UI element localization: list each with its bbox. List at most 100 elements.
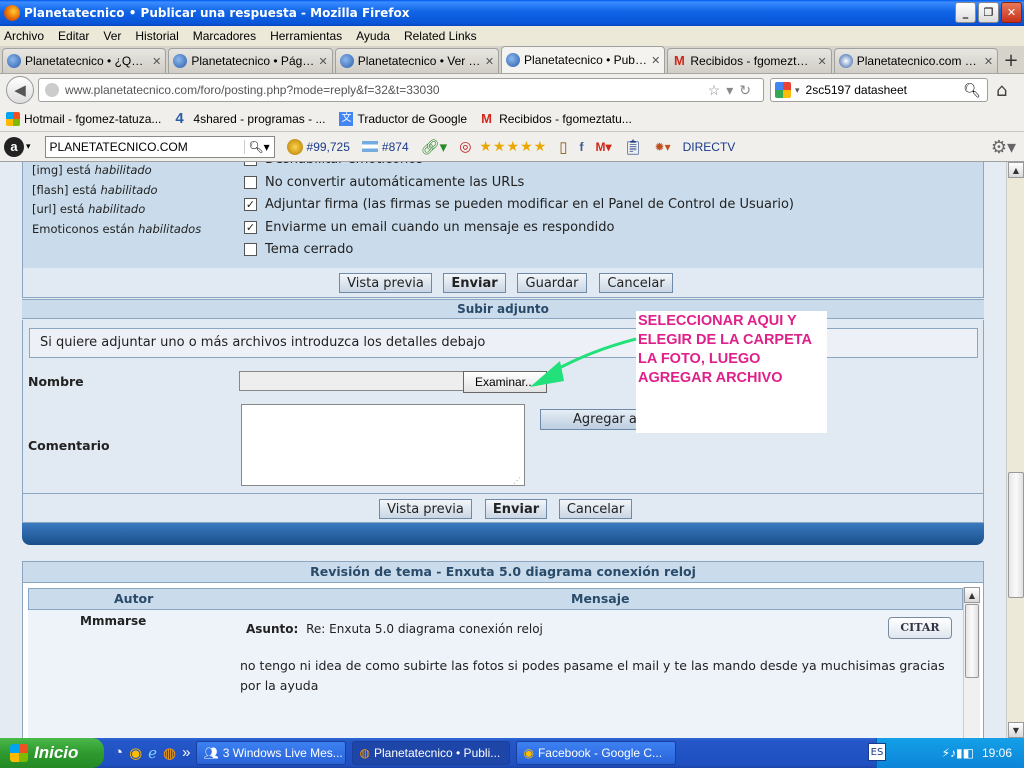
quote-button[interactable]: CITAR xyxy=(888,617,952,639)
annotation-callout: SELECCIONAR AQUI Y ELEGIR DE LA CARPETA … xyxy=(636,311,827,433)
checkbox[interactable] xyxy=(244,243,257,256)
tab-close-icon[interactable]: ✕ xyxy=(152,55,161,68)
menu-historial[interactable]: Historial xyxy=(135,29,178,43)
taskbar-item[interactable]: ◉ Facebook - Google C... xyxy=(516,741,677,765)
checkbox-checked[interactable]: ✓ xyxy=(244,198,257,211)
tab-close-icon[interactable]: ✕ xyxy=(318,55,327,68)
restore-button[interactable]: ❐ xyxy=(978,2,999,23)
quick-launch-icon[interactable]: ◔ xyxy=(114,744,123,762)
tray-icons[interactable]: ⚡︎♪▮◧ xyxy=(942,746,974,760)
submit-button[interactable]: Enviar xyxy=(485,499,547,519)
close-button[interactable]: ✕ xyxy=(1001,2,1022,23)
tab[interactable]: M Recibidos - fgomeztatuz... ✕ xyxy=(667,48,832,73)
scroll-up-arrow[interactable]: ▲ xyxy=(1008,162,1024,178)
review-scrollbar[interactable]: ▲ xyxy=(963,587,980,738)
cancel-button[interactable]: Cancelar xyxy=(599,273,673,293)
search-input[interactable]: 2sc5197 datasheet xyxy=(806,83,964,97)
home-icon[interactable]: ⌂ xyxy=(996,80,1007,101)
checkbox[interactable] xyxy=(244,176,257,189)
scroll-up-arrow[interactable]: ▲ xyxy=(964,587,980,603)
preview-button[interactable]: Vista previa xyxy=(379,499,472,519)
scroll-thumb[interactable] xyxy=(1008,472,1024,598)
attach-signature-option[interactable]: ✓ Adjuntar firma (las firmas se pueden mo… xyxy=(244,197,794,212)
bookmark-item[interactable]: M Recibidos - fgomeztatu... xyxy=(481,111,632,126)
bookmark-item[interactable]: Hotmail - fgomez-tatuza... xyxy=(6,111,161,126)
clock[interactable]: 19:06 xyxy=(982,746,1012,760)
directv-link[interactable]: DIRECTV xyxy=(683,140,736,154)
rating-stars[interactable]: ★★★★★ xyxy=(479,138,547,155)
tab[interactable]: Planetatecnico.com Site... ✕ xyxy=(833,48,999,73)
engine-dropdown-icon[interactable]: ▾ xyxy=(795,85,800,96)
gmail-icon[interactable]: M▾ xyxy=(595,140,611,154)
google-icon[interactable] xyxy=(775,82,791,98)
tab-active[interactable]: Planetatecnico • Public... ✕ xyxy=(501,46,666,73)
bookmark-label: Recibidos - fgomeztatu... xyxy=(499,111,632,126)
firefox-icon[interactable]: ◍ xyxy=(163,744,176,762)
clipboard-icon[interactable]: 📋︎ xyxy=(623,138,642,156)
bookmark-star-icon[interactable]: ☆▾↻ xyxy=(708,82,757,99)
ask-dropdown-icon[interactable]: ▾ xyxy=(26,141,31,152)
taskbar-item[interactable]: 👥︎ 3 Windows Live Mes... ▾ xyxy=(196,741,347,765)
tab-close-icon[interactable]: ✕ xyxy=(984,55,993,68)
tab[interactable]: Planetatecnico • Página... ✕ xyxy=(168,48,333,73)
cancel-button[interactable]: Cancelar xyxy=(559,499,632,519)
menu-editar[interactable]: Editar xyxy=(58,29,89,43)
search-bar[interactable]: ▾ 2sc5197 datasheet 🔍︎ xyxy=(770,78,988,102)
title-bar: Planetatecnico • Publicar una respuesta … xyxy=(0,0,1024,26)
start-button[interactable]: Inicio xyxy=(0,738,104,768)
search-icon[interactable]: 🔍︎ xyxy=(963,82,981,99)
notify-email-option[interactable]: ✓ Enviarme un email cuando un mensaje es … xyxy=(244,220,614,235)
bookmark-item[interactable]: 4 4shared - programas - ... xyxy=(175,111,325,126)
message-column-header: Mensaje xyxy=(571,591,630,606)
menu-ver[interactable]: Ver xyxy=(103,29,121,43)
scroll-down-arrow[interactable]: ▼ xyxy=(1008,722,1024,738)
tab-close-icon[interactable]: ✕ xyxy=(651,54,660,67)
resize-grip-icon[interactable]: ⋰ xyxy=(513,476,521,485)
menu-herramientas[interactable]: Herramientas xyxy=(270,29,342,43)
no-auto-urls-option[interactable]: No convertir automáticamente las URLs xyxy=(244,175,524,190)
menu-ayuda[interactable]: Ayuda xyxy=(356,29,390,43)
weather-icon[interactable]: ✹▾ xyxy=(655,140,671,154)
target-icon[interactable]: ◎ xyxy=(459,138,471,155)
facebook-icon[interactable]: f xyxy=(579,140,583,154)
tab-close-icon[interactable]: ✕ xyxy=(818,55,827,68)
gear-icon[interactable]: ⚙︎▾ xyxy=(991,137,1016,158)
language-indicator[interactable]: ES xyxy=(868,743,886,761)
save-button[interactable]: Guardar xyxy=(517,273,587,293)
minimize-button[interactable]: _ xyxy=(955,2,976,23)
url-bar[interactable]: www.planetatecnico.com/foro/posting.php?… xyxy=(38,78,764,102)
tab-close-icon[interactable]: ✕ xyxy=(485,55,494,68)
windows-logo-icon xyxy=(10,744,28,762)
ask-icon[interactable]: a xyxy=(4,136,24,157)
book-icon[interactable]: ▯ xyxy=(559,138,567,156)
ie-icon[interactable]: ℯ xyxy=(148,744,157,762)
toolbar-search-input[interactable]: PLANETATECNICO.COM 🔍︎▾ xyxy=(44,135,275,158)
scroll-thumb[interactable] xyxy=(965,604,979,678)
bookmark-item[interactable]: 文 Traductor de Google xyxy=(339,111,467,126)
preview-button[interactable]: Vista previa xyxy=(339,273,432,293)
country-rank[interactable]: #874 xyxy=(361,140,409,154)
toolbar-search-icon[interactable]: 🔍︎▾ xyxy=(243,139,274,154)
tab[interactable]: Planetatecnico • ¿Quién... ✕ xyxy=(2,48,167,73)
back-button[interactable]: ◀ xyxy=(6,76,34,104)
file-path-input[interactable] xyxy=(239,371,465,391)
checkbox-checked[interactable]: ✓ xyxy=(244,221,257,234)
comment-textarea[interactable]: ⋰ xyxy=(241,404,525,486)
chrome-icon[interactable]: ◉ xyxy=(129,744,142,762)
menu-archivo[interactable]: Archivo xyxy=(4,29,44,43)
add-file-button[interactable]: Agregar archivo xyxy=(540,409,640,430)
post-author[interactable]: Mmmarse xyxy=(80,614,146,628)
firefox-icon: ◍ xyxy=(359,746,370,760)
menu-marcadores[interactable]: Marcadores xyxy=(193,29,256,43)
page-scrollbar[interactable]: ▲ ▼ xyxy=(1006,162,1024,738)
more-icon[interactable]: » xyxy=(182,744,190,762)
submit-button[interactable]: Enviar xyxy=(443,273,506,293)
site-identity-icon[interactable] xyxy=(45,83,59,97)
new-tab-button[interactable]: + xyxy=(1000,48,1022,73)
link-icon[interactable]: 🔗︎▾ xyxy=(421,138,448,156)
taskbar-item-active[interactable]: ◍ Planetatecnico • Publi... xyxy=(352,741,511,765)
tab[interactable]: Planetatecnico • Ver Te... ✕ xyxy=(334,48,500,73)
alexa-rank[interactable]: #99,725 xyxy=(286,138,350,155)
menu-related-links[interactable]: Related Links xyxy=(404,29,477,43)
lock-topic-option[interactable]: Tema cerrado xyxy=(244,242,353,257)
